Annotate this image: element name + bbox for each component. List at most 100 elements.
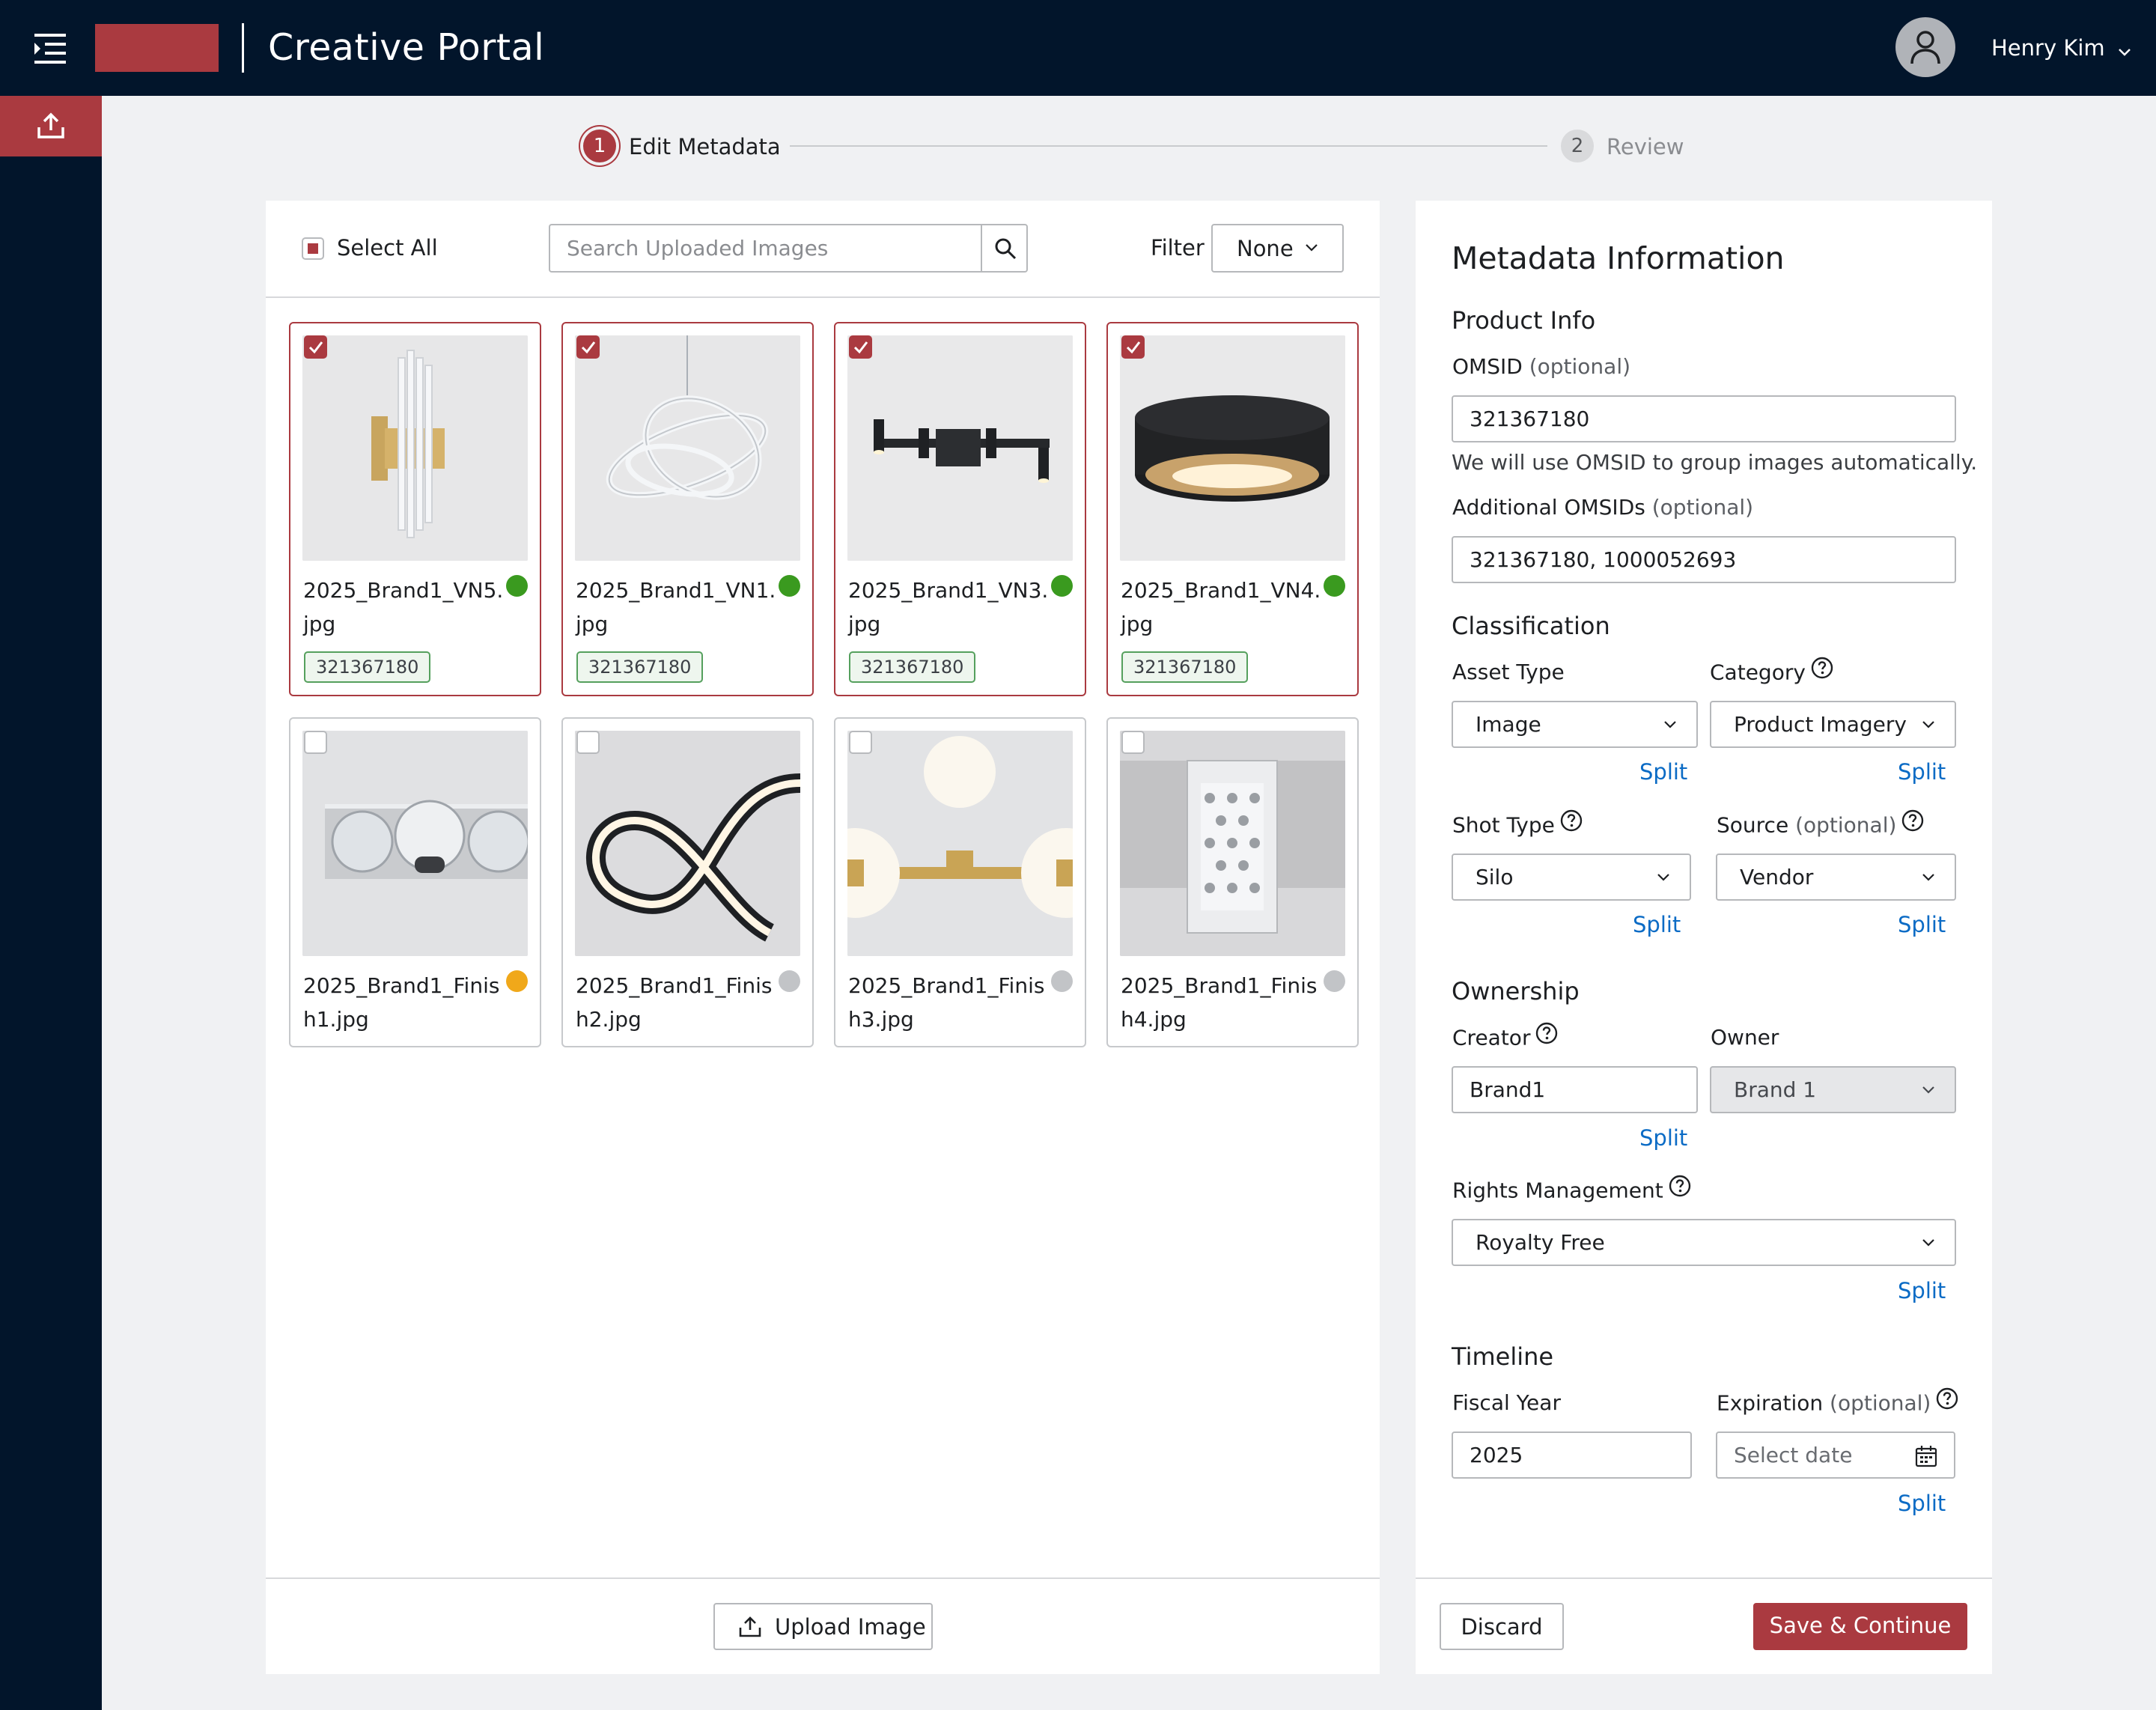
brand-logo[interactable] (95, 24, 219, 72)
fiscal-year-label: Fiscal Year (1452, 1390, 1561, 1415)
source-dropdown[interactable]: Vendor (1716, 854, 1956, 901)
filter-label: Filter (1151, 235, 1205, 261)
image-filename: 2025_Brand1_Finis h4.jpg (1121, 973, 1318, 1032)
image-checkbox[interactable] (576, 731, 600, 754)
image-checkbox[interactable] (1121, 335, 1145, 359)
shot-type-dropdown[interactable]: Silo (1452, 854, 1691, 901)
filter-dropdown[interactable]: None (1211, 224, 1344, 273)
filter-value: None (1237, 236, 1294, 261)
image-checkbox[interactable] (1121, 731, 1145, 754)
help-icon[interactable] (1901, 809, 1925, 841)
rights-management-dropdown[interactable]: Royalty Free (1452, 1219, 1956, 1266)
omsid-tag: 321367180 (849, 651, 976, 683)
omsid-tag: 321367180 (1121, 651, 1249, 683)
image-filename: 2025_Brand1_Finis h3.jpg (848, 973, 1045, 1032)
fiscal-year-input[interactable] (1452, 1431, 1692, 1479)
save-continue-label: Save & Continue (1769, 1613, 1952, 1638)
rights-split-link[interactable]: Split (1898, 1276, 1946, 1306)
image-filename: 2025_Brand1_Finis h2.jpg (576, 973, 773, 1032)
status-dot (1051, 575, 1073, 597)
user-menu[interactable]: Henry Kim (1991, 33, 2131, 63)
upload-image-button[interactable]: Upload Image (713, 1603, 933, 1650)
omsid-help-text: We will use OMSID to group images automa… (1452, 450, 1978, 475)
additional-omsids-input[interactable] (1452, 536, 1956, 583)
image-thumbnail (1120, 335, 1345, 561)
expiration-placeholder: Select date (1734, 1443, 1853, 1467)
category-dropdown[interactable]: Product Imagery (1710, 701, 1956, 748)
help-icon[interactable] (1935, 1387, 1959, 1419)
help-icon[interactable] (1559, 809, 1583, 841)
status-dot (1324, 970, 1345, 992)
save-continue-button[interactable]: Save & Continue (1753, 1603, 1967, 1650)
expiration-date-picker[interactable]: Select date (1716, 1431, 1955, 1479)
image-filename: 2025_Brand1_VN5. jpg (303, 578, 504, 636)
image-thumbnail (575, 731, 800, 956)
image-thumbnail (1120, 731, 1345, 956)
category-label: Category (1710, 657, 1834, 690)
search-input[interactable] (549, 224, 981, 273)
image-card[interactable]: 2025_Brand1_VN1. jpg 321367180 (561, 322, 814, 696)
asset-type-split-link[interactable]: Split (1639, 757, 1687, 787)
image-filename: 2025_Brand1_VN1. jpg (576, 578, 776, 636)
image-card[interactable]: 2025_Brand1_VN5. jpg 321367180 (289, 322, 541, 696)
source-split-link[interactable]: Split (1898, 910, 1946, 940)
expiration-split-link[interactable]: Split (1898, 1488, 1946, 1518)
rail-upload-button[interactable] (0, 96, 102, 156)
creator-split-link[interactable]: Split (1639, 1123, 1687, 1153)
image-card[interactable]: 2025_Brand1_Finis h3.jpg (834, 717, 1086, 1047)
help-icon[interactable] (1668, 1174, 1692, 1206)
shot-type-value: Silo (1476, 865, 1514, 889)
status-dot (506, 575, 528, 597)
asset-type-dropdown[interactable]: Image (1452, 701, 1698, 748)
menu-toggle-icon[interactable] (34, 33, 70, 64)
asset-type-value: Image (1476, 712, 1541, 737)
status-dot (779, 575, 800, 597)
owner-value: Brand 1 (1734, 1077, 1817, 1102)
omsid-input[interactable] (1452, 395, 1956, 442)
additional-omsids-label: Additional OMSIDs (optional) (1452, 495, 1754, 520)
select-all-checkbox[interactable] (302, 237, 324, 260)
chevron-down-icon (1922, 1086, 1934, 1094)
asset-type-label: Asset Type (1452, 660, 1565, 684)
owner-label: Owner (1711, 1025, 1779, 1050)
shot-type-split-link[interactable]: Split (1633, 910, 1681, 940)
image-card[interactable]: 2025_Brand1_VN4. jpg 321367180 (1106, 322, 1359, 696)
image-card[interactable]: 2025_Brand1_VN3. jpg 321367180 (834, 322, 1086, 696)
user-avatar[interactable] (1895, 17, 1955, 77)
image-checkbox[interactable] (849, 335, 872, 359)
image-filename: 2025_Brand1_VN4. jpg (1121, 578, 1321, 636)
image-checkbox[interactable] (576, 335, 600, 359)
rights-management-value: Royalty Free (1476, 1230, 1605, 1255)
image-thumbnail (302, 731, 528, 956)
chevron-down-icon (2118, 34, 2131, 64)
source-label: Source (optional) (1717, 809, 1925, 842)
shot-type-label: Shot Type (1452, 809, 1583, 842)
upload-icon (739, 1616, 761, 1637)
image-card[interactable]: 2025_Brand1_Finis h1.jpg (289, 717, 541, 1047)
step-2-indicator: 2 (1561, 130, 1594, 162)
stepper-connector (790, 145, 1547, 147)
rights-management-label: Rights Management (1452, 1175, 1692, 1208)
status-dot (1051, 970, 1073, 992)
discard-button[interactable]: Discard (1440, 1603, 1564, 1650)
panel-footer-divider (266, 1577, 1380, 1579)
creator-input[interactable] (1452, 1066, 1698, 1113)
metadata-footer-divider (1416, 1577, 1992, 1579)
expiration-label: Expiration (optional) (1717, 1387, 1959, 1420)
image-checkbox[interactable] (849, 731, 872, 754)
category-split-link[interactable]: Split (1898, 757, 1946, 787)
step-2-label: Review (1607, 134, 1684, 159)
search-button[interactable] (981, 224, 1028, 273)
help-icon[interactable] (1810, 656, 1834, 688)
help-icon[interactable] (1535, 1021, 1559, 1053)
image-checkbox[interactable] (304, 731, 327, 754)
upload-icon (37, 112, 64, 139)
image-card[interactable]: 2025_Brand1_Finis h2.jpg (561, 717, 814, 1047)
image-checkbox[interactable] (304, 335, 327, 359)
discard-label: Discard (1461, 1614, 1543, 1640)
upload-image-label: Upload Image (775, 1614, 926, 1640)
image-card[interactable]: 2025_Brand1_Finis h4.jpg (1106, 717, 1359, 1047)
owner-dropdown: Brand 1 (1710, 1066, 1956, 1113)
toolbar-divider (266, 296, 1380, 298)
image-thumbnail (575, 335, 800, 561)
